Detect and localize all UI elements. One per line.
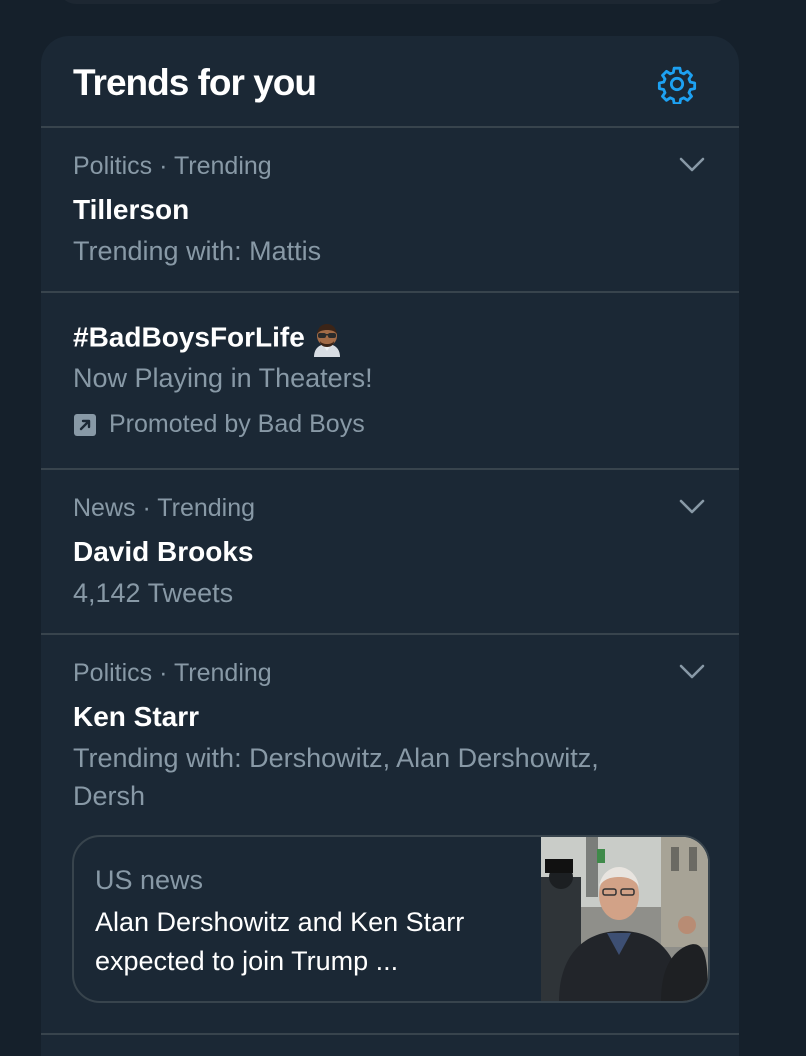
trend-item-promoted[interactable]: #BadBoysForLife Now Playing in Theaters!…	[41, 293, 739, 470]
trend-item-ken-starr[interactable]: Politics · Trending Ken Starr Trending w…	[41, 635, 739, 1035]
trend-context-line2: Dersh	[73, 781, 146, 811]
trend-description: Now Playing in Theaters!	[73, 363, 373, 393]
trend-name: #BadBoysForLife	[73, 321, 305, 353]
trend-name: Tillerson	[73, 194, 190, 225]
gear-icon	[657, 66, 697, 104]
chevron-down-icon	[679, 664, 705, 679]
more-options-button[interactable]	[677, 150, 707, 180]
promoted-label: Promoted by Bad Boys	[73, 410, 365, 439]
sunglasses-man-emoji-icon	[313, 324, 340, 357]
chevron-down-icon	[679, 499, 705, 514]
more-options-button[interactable]	[677, 657, 707, 687]
news-card[interactable]: US news Alan Dershowitz and Ken Starr ex…	[72, 835, 710, 1003]
news-photo	[541, 837, 708, 1001]
trends-header: Trends for you	[41, 36, 739, 128]
promoted-icon	[74, 413, 96, 436]
trend-context-line1: Trending with: Dershowitz, Alan Dershowi…	[73, 743, 599, 773]
trend-name: Ken Starr	[73, 701, 200, 732]
trend-name: David Brooks	[73, 536, 254, 567]
trends-panel: Trends for you Politics · Trending Tille…	[41, 36, 739, 1056]
trend-item-tillerson[interactable]: Politics · Trending Tillerson Trending w…	[41, 128, 739, 293]
news-source: US news	[95, 865, 204, 895]
trend-name-row: #BadBoysForLife	[73, 321, 345, 357]
trend-meta: Politics · Trending	[73, 152, 272, 180]
trend-meta: News · Trending	[73, 494, 256, 522]
panel-title: Trends for you	[73, 62, 317, 103]
promoted-text: Promoted by Bad Boys	[109, 410, 365, 438]
news-headline: Alan Dershowitz and Ken Starr expected t…	[95, 903, 515, 981]
search-box-remnant	[58, 0, 728, 4]
news-headline-line1: Alan Dershowitz and Ken Starr	[95, 907, 465, 937]
tweet-count: 4,142 Tweets	[73, 578, 234, 608]
settings-button[interactable]	[655, 62, 699, 106]
trend-item-david-brooks[interactable]: News · Trending David Brooks 4,142 Tweet…	[41, 470, 739, 635]
more-options-button[interactable]	[677, 492, 707, 522]
trend-context: Trending with: Mattis	[73, 236, 322, 266]
chevron-down-icon	[679, 157, 705, 172]
news-headline-line2: expected to join Trump ...	[95, 946, 399, 976]
trend-meta: Politics · Trending	[73, 659, 272, 687]
